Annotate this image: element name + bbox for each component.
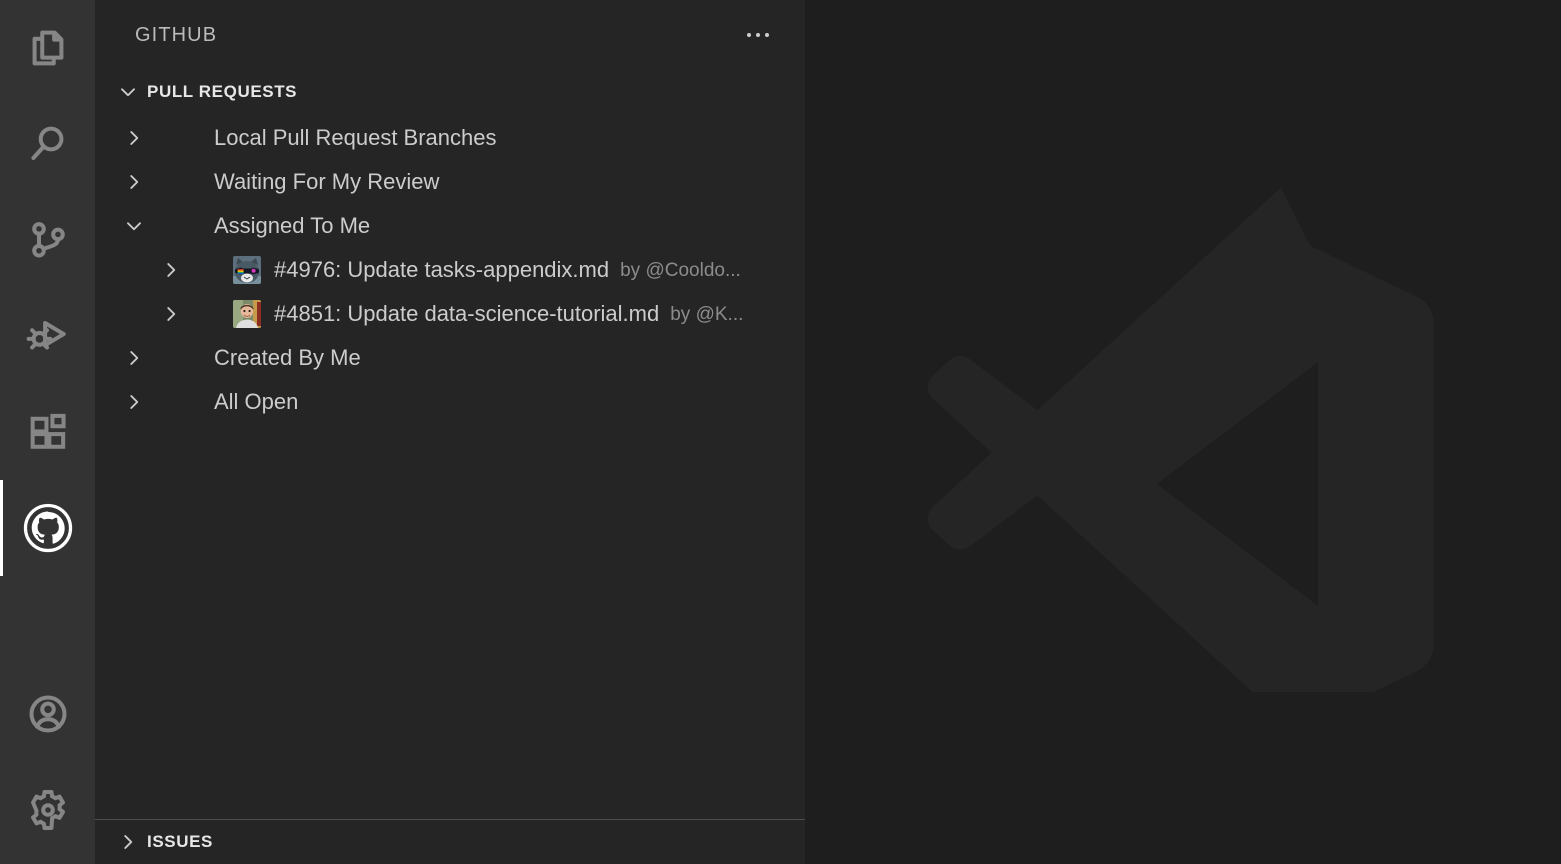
pane-title-issues: ISSUES xyxy=(147,831,213,851)
extensions-icon xyxy=(25,409,71,455)
activity-bar-bottom-group xyxy=(0,666,95,864)
github-icon xyxy=(22,502,74,554)
tree-item-label: Created By Me xyxy=(214,345,361,370)
chevron-down-icon xyxy=(120,212,148,240)
activity-bar-item-extensions[interactable] xyxy=(0,384,95,480)
activity-bar-item-run-and-debug[interactable] xyxy=(0,288,95,384)
activity-bar-item-github[interactable] xyxy=(0,480,95,576)
more-dot xyxy=(756,33,760,37)
chevron-right-icon xyxy=(109,832,147,852)
pull-requests-tree: Local Pull Request Branches Waiting For … xyxy=(95,114,805,819)
chevron-right-icon xyxy=(120,344,148,372)
pull-request-title: #4976: Update tasks-appendix.md xyxy=(274,257,610,282)
more-actions-button[interactable] xyxy=(737,18,779,52)
tree-item-label: All Open xyxy=(214,389,299,414)
more-dot xyxy=(765,33,769,37)
sidebar-title-actions xyxy=(737,18,779,52)
activity-bar-item-explorer[interactable] xyxy=(0,0,95,96)
sidebar: GITHUB PULL REQUESTS Local Pull Request … xyxy=(95,0,805,864)
activity-bar-item-search[interactable] xyxy=(0,96,95,192)
pane-header-issues[interactable]: ISSUES xyxy=(95,820,805,863)
cat-sunglasses-avatar xyxy=(233,256,261,284)
tree-item-pull-request[interactable]: #4851: Update data-science-tutorial.md b… xyxy=(95,292,805,336)
activity-bar xyxy=(0,0,95,864)
activity-bar-item-manage[interactable] xyxy=(0,762,95,858)
chevron-right-icon xyxy=(157,256,185,284)
tree-item-assigned-to-me[interactable]: Assigned To Me xyxy=(95,204,805,248)
activity-bar-top-group xyxy=(0,0,95,576)
sidebar-title-bar: GITHUB xyxy=(95,0,805,70)
pull-request-author: by @Cooldo... xyxy=(620,259,741,281)
tree-item-pull-request[interactable]: #4976: Update tasks-appendix.md by @Cool… xyxy=(95,248,805,292)
vscode-window: GITHUB PULL REQUESTS Local Pull Request … xyxy=(0,0,1561,864)
files-icon xyxy=(25,25,71,71)
pane-title-pull-requests: PULL REQUESTS xyxy=(147,82,298,101)
tree-item-local-pull-request-branches[interactable]: Local Pull Request Branches xyxy=(95,116,805,160)
sidebar-title: GITHUB xyxy=(135,23,218,46)
pane-pull-requests: PULL REQUESTS Local Pull Request Branche… xyxy=(95,70,805,819)
editor-area xyxy=(805,0,1561,864)
activity-bar-item-source-control[interactable] xyxy=(0,192,95,288)
tree-item-created-by-me[interactable]: Created By Me xyxy=(95,336,805,380)
pane-issues: ISSUES xyxy=(95,819,805,864)
chevron-right-icon xyxy=(120,388,148,416)
activity-bar-active-indicator xyxy=(0,480,3,576)
search-icon xyxy=(25,121,71,167)
tree-item-label: Assigned To Me xyxy=(214,213,371,238)
chevron-right-icon xyxy=(157,300,185,328)
more-dot xyxy=(747,33,751,37)
tree-item-all-open[interactable]: All Open xyxy=(95,380,805,424)
pull-request-title: #4851: Update data-science-tutorial.md xyxy=(274,301,660,326)
chevron-down-icon xyxy=(109,82,147,102)
pane-header-pull-requests[interactable]: PULL REQUESTS xyxy=(95,70,805,114)
run-and-debug-icon xyxy=(25,313,71,359)
person-photo-avatar xyxy=(233,300,261,328)
tree-item-waiting-for-my-review[interactable]: Waiting For My Review xyxy=(95,160,805,204)
gear-icon xyxy=(25,787,71,833)
pull-request-author: by @K... xyxy=(670,303,744,325)
chevron-right-icon xyxy=(120,168,148,196)
tree-item-label: Local Pull Request Branches xyxy=(214,125,497,150)
tree-item-label: Waiting For My Review xyxy=(214,169,440,194)
vscode-logo-watermark xyxy=(923,172,1443,692)
activity-bar-item-accounts[interactable] xyxy=(0,666,95,762)
source-control-icon xyxy=(25,217,71,263)
chevron-right-icon xyxy=(120,124,148,152)
account-icon xyxy=(25,691,71,737)
